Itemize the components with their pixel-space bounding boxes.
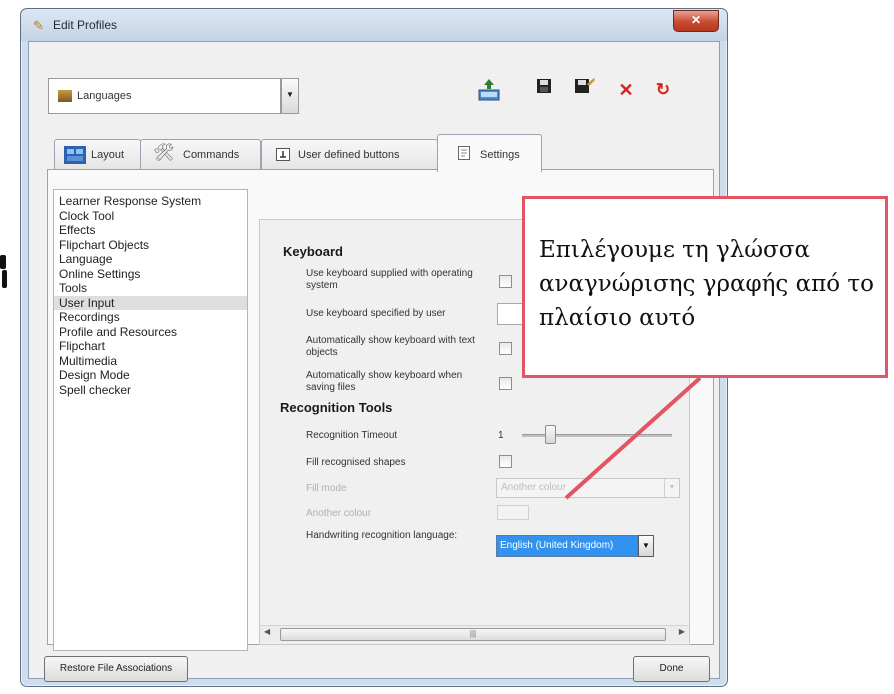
tab-label: Settings bbox=[480, 149, 520, 161]
annotation-callout: Επιλέγουμε τη γλώσσα αναγνώρισης γραφής … bbox=[522, 196, 888, 378]
tab-settings[interactable]: Settings bbox=[437, 134, 542, 172]
callout-text: Επιλέγουμε τη γλώσσα αναγνώρισης γραφής … bbox=[539, 237, 874, 331]
settings-icon bbox=[458, 146, 470, 163]
